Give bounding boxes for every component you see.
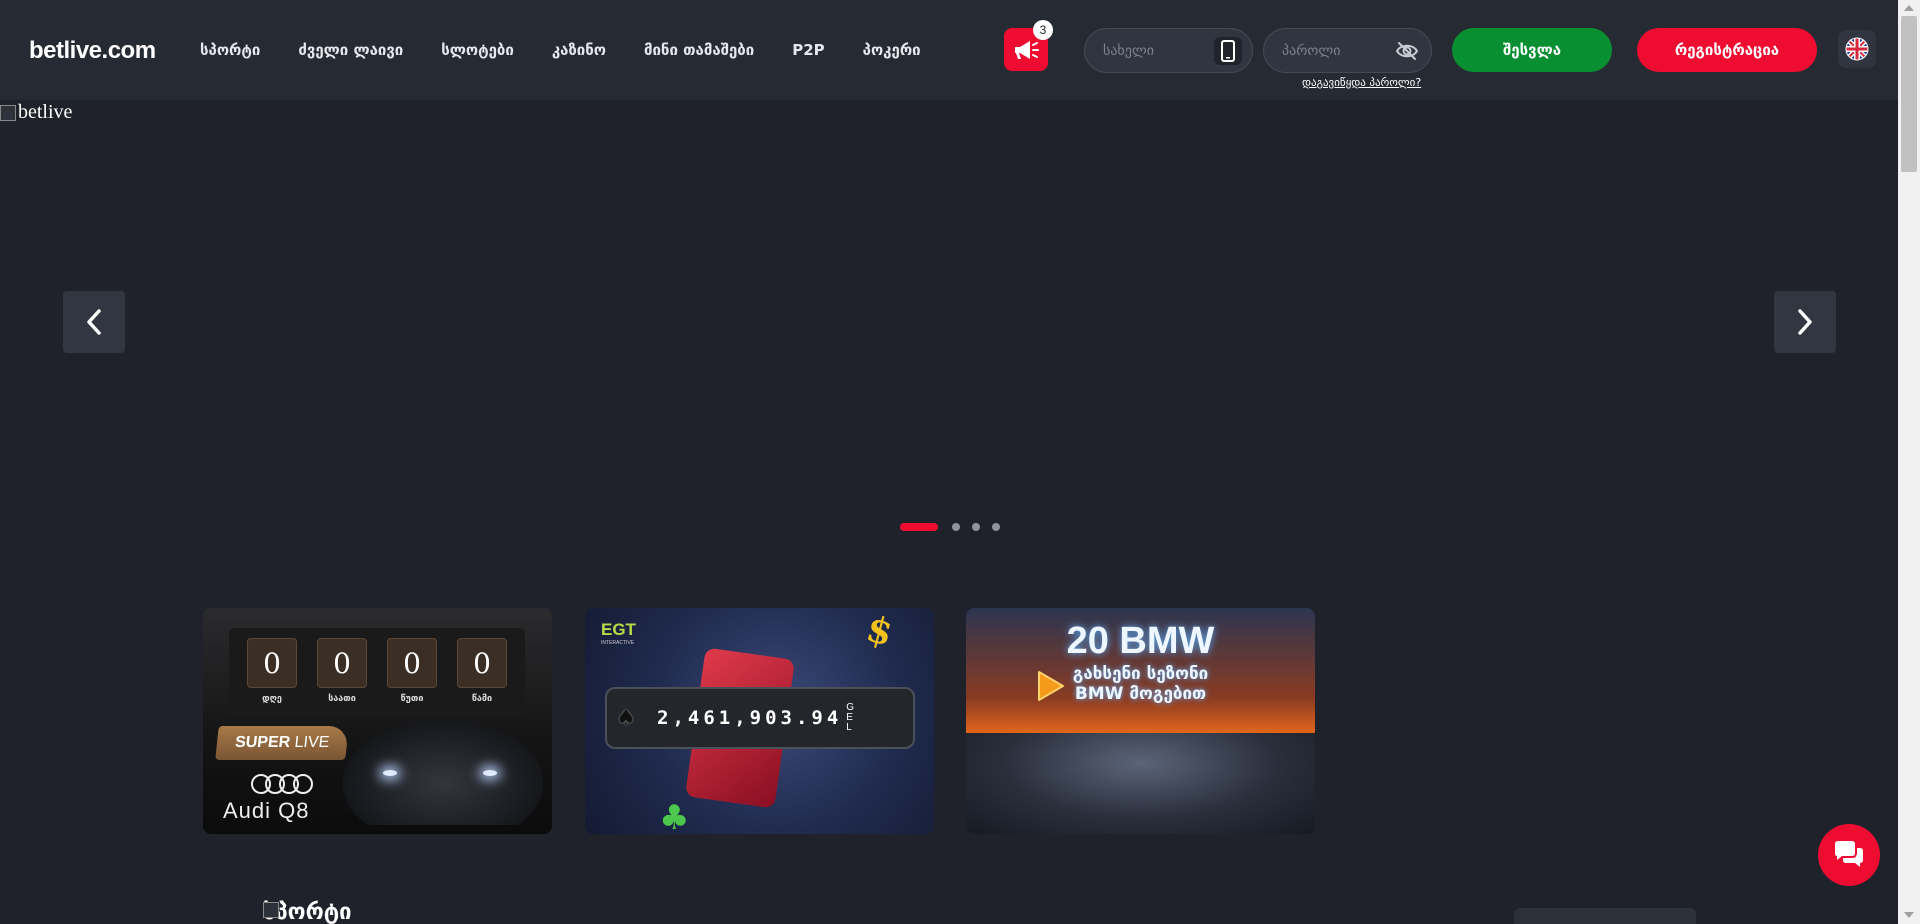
carousel-prev-button[interactable] — [63, 291, 125, 353]
password-input[interactable] — [1282, 29, 1397, 72]
timer-minutes-label: წუთი — [400, 694, 424, 704]
play-icon — [1038, 671, 1064, 701]
timer-hours-label: საათი — [328, 694, 356, 704]
scrollbar-thumb[interactable] — [1901, 16, 1917, 172]
chevron-left-icon — [87, 309, 101, 335]
promo-card-bmw[interactable]: 20 BMW გახსენი სეზონი BMW მოგებით — [966, 608, 1315, 834]
jackpot-counter: ♠ 2,461,903.94 GEL — [605, 687, 915, 749]
nav-item-p2p[interactable]: P2P — [792, 41, 824, 59]
countdown-timer: 0 დღე 0 საათი 0 წუთი 0 წამი — [229, 628, 525, 718]
nav-item-slots[interactable]: სლოტები — [441, 41, 514, 59]
super-live-badge-live: LIVE — [289, 734, 331, 751]
carousel-dot-2[interactable] — [952, 523, 960, 531]
dollar-icon: $ — [861, 608, 898, 655]
hero-banner-image[interactable]: betlive — [0, 101, 72, 124]
nav-item-mini-games[interactable]: მინი თამაშები — [644, 41, 754, 59]
egt-logo: EGT INTERACTIVE — [601, 620, 636, 646]
chat-icon — [1835, 841, 1863, 867]
nav-item-sport[interactable]: სპორტი — [200, 41, 260, 59]
bmw-subtitle-line-1: გახსენი სეზონი — [1072, 664, 1209, 684]
scroll-up-arrow-icon[interactable] — [1904, 5, 1914, 11]
promo-card-super-live[interactable]: 0 დღე 0 საათი 0 წუთი 0 წამი SUPER LIVE A… — [203, 608, 552, 834]
super-live-badge-super: SUPER — [234, 734, 292, 751]
register-button[interactable]: რეგისტრაცია — [1637, 28, 1817, 72]
bmw-subtitle: გახსენი სეზონი BMW მოგებით — [966, 664, 1315, 704]
section-side-panel[interactable] — [1514, 908, 1696, 924]
car-image — [343, 720, 543, 825]
live-chat-button[interactable] — [1818, 824, 1880, 886]
section-icon — [263, 902, 279, 918]
car-model-text: Audi Q8 — [223, 798, 310, 823]
nav-item-casino[interactable]: კაზინო — [552, 41, 606, 59]
section-header-sport: სპორტი — [203, 900, 352, 924]
username-input[interactable] — [1103, 29, 1218, 72]
password-field — [1263, 28, 1432, 73]
forgot-password-link[interactable]: დაგავიწყდა პაროლი? — [1302, 76, 1421, 89]
hero-image-alt-text: betlive — [18, 101, 73, 123]
jackpot-currency: GEL — [846, 702, 855, 733]
carousel-dot-1[interactable] — [900, 523, 938, 531]
cars-image — [966, 733, 1315, 834]
timer-seconds-label: წამი — [471, 694, 493, 704]
jackpot-amount: 2,461,903.94 — [657, 707, 843, 729]
nav-item-old-live[interactable]: ძველი ლაივი — [298, 41, 403, 59]
timer-seconds-value: 0 — [457, 638, 507, 688]
megaphone-icon — [1015, 40, 1039, 59]
toggle-password-visibility[interactable] — [1393, 37, 1421, 65]
bmw-subtitle-line-2: BMW მოგებით — [1074, 684, 1207, 704]
promotions-count-badge: 3 — [1033, 20, 1053, 40]
spade-icon: ♠ — [616, 705, 636, 731]
site-logo[interactable]: betlive.com — [29, 37, 156, 65]
car-headlight — [483, 770, 497, 776]
chevron-right-icon — [1798, 309, 1812, 335]
username-field — [1084, 28, 1253, 73]
carousel-pagination — [900, 523, 1012, 531]
timer-minutes-value: 0 — [387, 638, 437, 688]
broken-image-icon — [0, 104, 16, 121]
timer-hours-value: 0 — [317, 638, 367, 688]
timer-days-value: 0 — [247, 638, 297, 688]
timer-days: 0 დღე — [247, 638, 297, 718]
carousel-dot-4[interactable] — [992, 523, 1000, 531]
uk-flag-icon — [1845, 37, 1869, 61]
car-headlight — [383, 770, 397, 776]
timer-hours: 0 საათი — [317, 638, 367, 718]
eye-off-icon — [1395, 42, 1419, 60]
clover-icon: ♣ — [659, 798, 690, 834]
timer-seconds: 0 წამი — [457, 638, 507, 718]
carousel-dot-3[interactable] — [972, 523, 980, 531]
super-live-badge: SUPER LIVE — [215, 726, 350, 760]
egt-logo-name: EGT — [601, 620, 636, 639]
nav-item-poker[interactable]: პოკერი — [863, 41, 921, 59]
phone-icon — [1221, 40, 1235, 62]
timer-days-label: დღე — [262, 694, 282, 704]
audi-logo-icon — [251, 774, 313, 794]
phone-login-toggle[interactable] — [1214, 37, 1242, 65]
scroll-down-arrow-icon[interactable] — [1904, 912, 1914, 918]
header: betlive.com სპორტი ძველი ლაივი სლოტები კ… — [0, 0, 1898, 100]
egt-logo-sub: INTERACTIVE — [601, 640, 635, 646]
bmw-title: 20 BMW — [1066, 620, 1215, 662]
main-nav: სპორტი ძველი ლაივი სლოტები კაზინო მინი თ… — [200, 0, 921, 100]
login-button[interactable]: შესვლა — [1452, 28, 1612, 72]
promo-card-egt-jackpot[interactable]: $ ♣ EGT INTERACTIVE ♠ 2,461,903.94 GEL — [585, 608, 934, 834]
timer-minutes: 0 წუთი — [387, 638, 437, 718]
carousel-next-button[interactable] — [1774, 291, 1836, 353]
language-selector[interactable] — [1838, 30, 1876, 68]
